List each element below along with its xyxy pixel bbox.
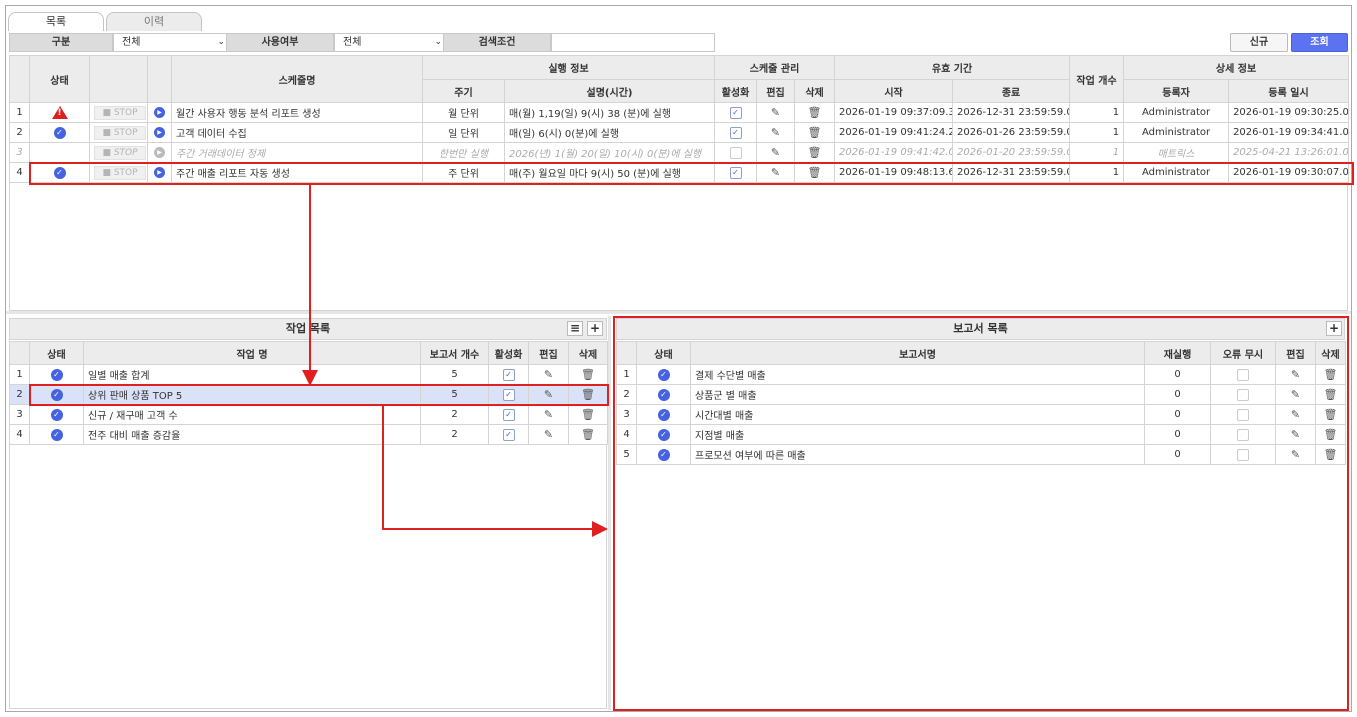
arrow-job-to-reports xyxy=(382,406,608,537)
annotation-arrows xyxy=(302,185,608,537)
